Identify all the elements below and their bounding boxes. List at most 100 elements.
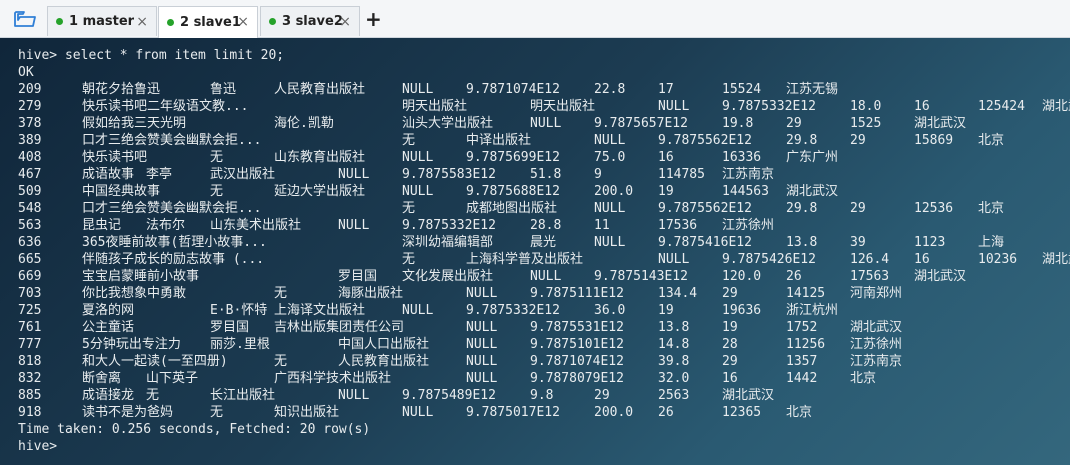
table-cell: 818 <box>18 354 42 369</box>
table-cell: 湖北武汉 <box>850 320 903 335</box>
table-cell: 39.8 <box>658 354 690 369</box>
table-cell: 明天出版社 <box>530 99 596 114</box>
table-row: 563 昆虫记 法布尔 山东美术出版社 NULL 9.7875332E12 28.8 11 17… <box>18 217 1058 234</box>
table-cell: 知识出版社 <box>274 405 340 420</box>
table-cell: 罗目国 <box>210 320 250 335</box>
table-cell: 144563 <box>722 184 769 199</box>
table-cell: 19 <box>658 184 674 199</box>
table-cell: 9.7871074E12 <box>466 82 560 97</box>
table-cell: 665 <box>18 252 42 267</box>
table-cell: 126.4 <box>850 252 890 267</box>
table-cell: 36.0 <box>594 303 626 318</box>
table-cell: 51.8 <box>530 167 562 182</box>
table-cell: NULL <box>530 269 562 284</box>
table-cell: 9.7875426E12 <box>722 252 816 267</box>
table-cell: 李亭 <box>146 167 173 182</box>
table-cell: 文化发展出版社 <box>402 269 494 284</box>
table-cell: 和大人一起读(一至四册) <box>82 354 228 369</box>
table-cell: NULL <box>402 405 434 420</box>
table-cell: 378 <box>18 116 42 131</box>
table-cell: 丽莎.里根 <box>210 337 270 352</box>
table-cell: 9.7875562E12 <box>658 201 752 216</box>
table-cell: 19 <box>658 303 674 318</box>
table-row: 209 朝花夕拾鲁迅 鲁迅 人民教育出版社 NULL 9.7871074E12 22.8 17… <box>18 81 1058 98</box>
table-cell: 509 <box>18 184 42 199</box>
table-cell: 江苏徐州 <box>722 218 775 233</box>
table-cell: 法布尔 <box>146 218 186 233</box>
table-cell: 17536 <box>658 218 698 233</box>
table-cell: 9 <box>594 167 602 182</box>
table-cell: 125424 <box>978 99 1025 114</box>
table-cell: 江苏南京 <box>722 167 775 182</box>
table-row: 665 伴随孩子成长的励志故事 (... 无 上海科学普及出版社 NULL 9.78754… <box>18 251 1070 268</box>
table-cell: 9.7875657E12 <box>594 116 688 131</box>
tab-slave2[interactable]: 3 slave2 × <box>260 6 360 36</box>
table-row: 918 读书不是为爸妈 无 知识出版社 NULL 9.7875017E12 200.0 26 1… <box>18 404 1058 421</box>
table-cell: NULL <box>530 116 562 131</box>
table-cell: 无 <box>210 150 224 165</box>
table-cell: 29 <box>722 354 738 369</box>
close-icon[interactable]: × <box>136 14 148 30</box>
table-cell: 夏洛的网 <box>82 303 135 318</box>
table-cell: 12365 <box>722 405 762 420</box>
close-icon[interactable]: × <box>237 14 249 30</box>
table-cell: NULL <box>466 320 498 335</box>
table-cell: 11256 <box>786 337 826 352</box>
table-cell: 成语接龙 <box>82 388 135 403</box>
table-cell: 279 <box>18 99 42 114</box>
close-icon[interactable]: × <box>339 14 351 30</box>
add-tab-button[interactable]: + <box>365 9 382 29</box>
table-cell: 无 <box>210 184 224 199</box>
open-folder-icon[interactable] <box>8 6 42 32</box>
table-cell: 39 <box>850 235 866 250</box>
table-cell: 29 <box>594 388 610 403</box>
table-row: 669 宝宝启蒙睡前小故事 罗目国 文化发展出版社 NULL 9.7875143E12 12… <box>18 268 1058 285</box>
table-cell: 19 <box>722 320 738 335</box>
table-cell: 548 <box>18 201 42 216</box>
tab-master[interactable]: 1 master × <box>47 6 157 36</box>
tab-label: 1 master <box>69 14 135 29</box>
table-cell: 32.0 <box>658 371 690 386</box>
table-cell: 15869 <box>914 133 954 148</box>
table-cell: 无 <box>402 252 416 267</box>
table-cell: 山东教育出版社 <box>274 150 366 165</box>
table-cell: 罗目国 <box>338 269 378 284</box>
table-cell: 761 <box>18 320 42 335</box>
table-cell: 17563 <box>850 269 890 284</box>
table-cell: 1525 <box>850 116 882 131</box>
table-row: 725 夏洛的网 E·B·怀特 上海译文出版社 NULL 9.7875332E12 36.0… <box>18 302 1058 319</box>
table-cell: 上海 <box>978 235 1005 250</box>
table-cell: 29 <box>850 133 866 148</box>
table-cell: 114785 <box>658 167 705 182</box>
table-cell: 山东美术出版社 <box>210 218 302 233</box>
tab-label: 3 slave2 <box>282 14 343 29</box>
table-row: 408 快乐读书吧 无 山东教育出版社 NULL 9.7875699E12 75.0 16 16… <box>18 149 1058 166</box>
terminal-output[interactable]: hive> select * from item limit 20; OK 20… <box>0 38 1070 465</box>
table-row: 467 成语故事 李亭 武汉出版社 NULL 9.7875583E12 51.8 9 11478… <box>18 166 1058 183</box>
table-row: 279 快乐读书吧二年级语文教... 明天出版社 明天出版社 NULL 9.7875332… <box>18 98 1070 115</box>
table-cell: 669 <box>18 269 42 284</box>
table-cell: 1752 <box>786 320 818 335</box>
table-cell: 19.8 <box>722 116 754 131</box>
table-cell: 无 <box>274 354 288 369</box>
table-cell: 5分钟玩出专注力 <box>82 337 181 352</box>
table-cell: 29 <box>722 286 738 301</box>
table-cell: 918 <box>18 405 42 420</box>
table-cell: 你比我想象中勇敢 <box>82 286 187 301</box>
table-cell: 中译出版社 <box>466 133 532 148</box>
table-cell: 9.7875111E12 <box>530 286 624 301</box>
table-cell: 29 <box>850 201 866 216</box>
table-cell: 湖北武汉 <box>722 388 775 403</box>
table-cell: 16 <box>722 371 738 386</box>
table-cell: 408 <box>18 150 42 165</box>
table-cell: 假如给我三天光明 <box>82 116 187 131</box>
table-cell: 湖北武汉 <box>914 116 967 131</box>
table-cell: 伴随孩子成长的励志故事 (... <box>82 252 265 267</box>
table-cell: 无 <box>210 405 224 420</box>
table-cell: 快乐读书吧 <box>82 150 148 165</box>
tab-slave1[interactable]: 2 slave1 × <box>158 6 258 38</box>
table-cell: 200.0 <box>594 184 634 199</box>
table-cell: 浙江杭州 <box>786 303 839 318</box>
table-row: 389 口才三绝会赞美会幽默会拒... 无 中译出版社 NULL 9.7875562E12… <box>18 132 1058 149</box>
table-cell: 200.0 <box>594 405 634 420</box>
